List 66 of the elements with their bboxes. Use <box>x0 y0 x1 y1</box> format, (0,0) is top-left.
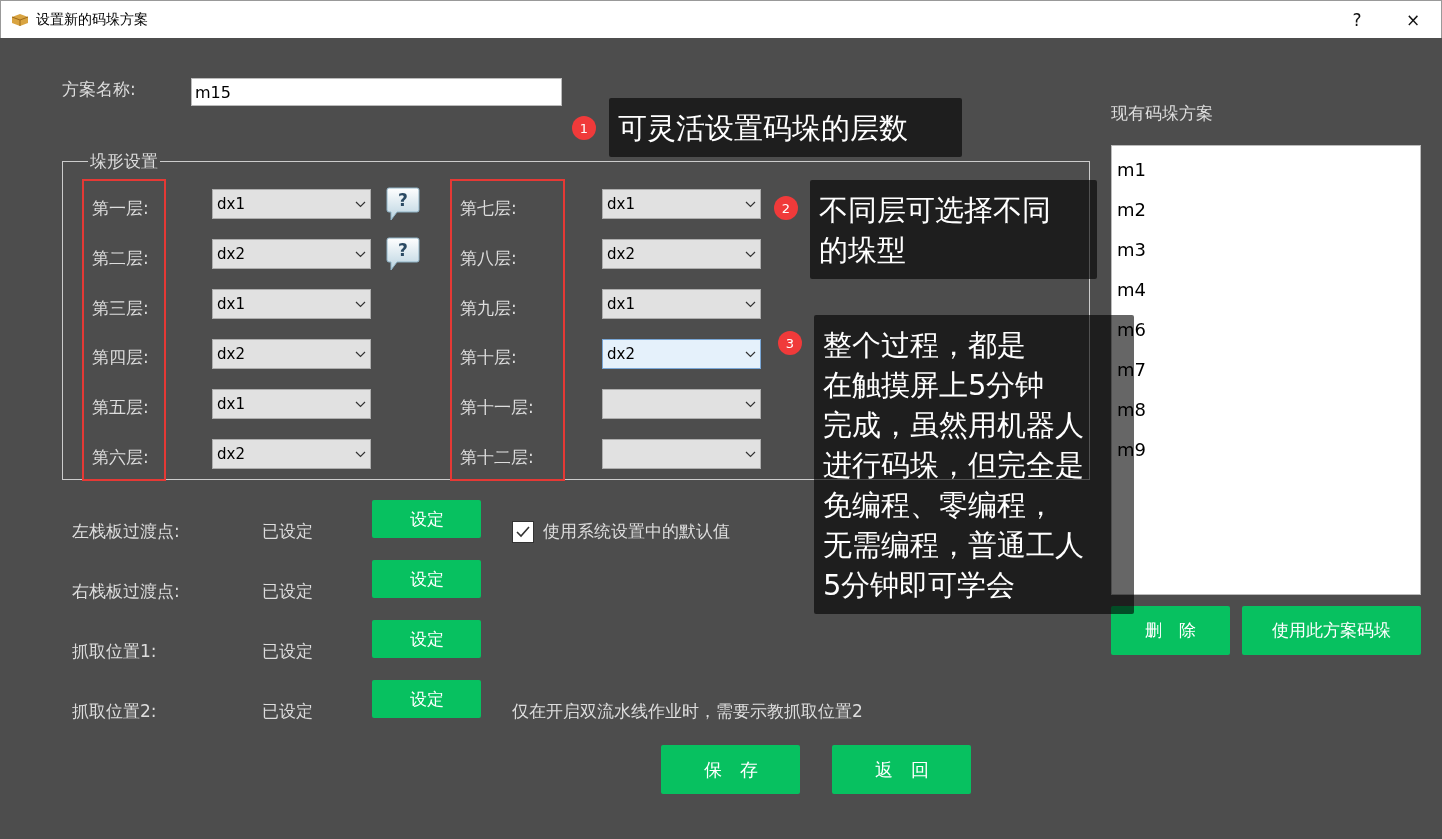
layer-dropdown[interactable]: dx1 <box>212 289 371 319</box>
layer-dropdown[interactable]: dx2 <box>212 439 371 469</box>
layer-label: 第一层: <box>92 197 149 221</box>
group-title: 垛形设置 <box>89 150 159 173</box>
point-label: 抓取位置2: <box>72 700 158 723</box>
caret-icon <box>745 400 756 408</box>
number-badge: 1 <box>572 116 596 140</box>
layer-label: 第十一层: <box>460 396 534 419</box>
list-item[interactable]: m4 <box>1117 278 1146 300</box>
checkbox[interactable] <box>512 520 534 543</box>
hint-text: 仅在开启双流水线作业时，需要示教抓取位置2 <box>512 700 863 723</box>
scheme-name-field[interactable]: m15 <box>191 78 562 106</box>
layer-dropdown[interactable]: dx1 <box>602 189 761 219</box>
layer-label: 第九层: <box>460 296 517 320</box>
caret-icon <box>355 250 366 258</box>
layer-dropdown[interactable]: dx1 <box>602 289 761 319</box>
status-text: 已设定 <box>262 640 314 663</box>
help-bubble-icon[interactable]: ? <box>386 187 420 221</box>
layer-label: 第四层: <box>92 346 149 370</box>
caret-icon <box>355 200 366 208</box>
layer-label: 第六层: <box>92 445 149 469</box>
caret-icon <box>745 250 756 258</box>
caret-icon <box>355 300 366 308</box>
layer-label: 第三层: <box>92 296 149 320</box>
callout-note: 可灵活设置码垛的层数 <box>609 98 962 157</box>
point-label: 右栈板过渡点: <box>72 580 181 603</box>
layer-dropdown[interactable]: dx1 <box>212 389 371 419</box>
layer-dropdown[interactable]: dx2 <box>602 339 761 369</box>
layer-dropdown[interactable] <box>602 389 761 419</box>
number-badge: 2 <box>774 196 798 220</box>
number-badge: 3 <box>778 331 802 355</box>
layer-dropdown[interactable]: dx2 <box>212 339 371 369</box>
layer-label: 第八层: <box>460 247 517 270</box>
caret-icon <box>745 300 756 308</box>
list-item[interactable]: m1 <box>1117 158 1146 180</box>
point-label: 左栈板过渡点: <box>72 520 181 543</box>
status-text: 已设定 <box>262 700 314 723</box>
layer-label: 第十层: <box>460 346 517 370</box>
box-icon <box>11 12 29 27</box>
field-label: 方案名称: <box>62 78 137 101</box>
layer-label: 第五层: <box>92 396 149 419</box>
caret-icon <box>745 450 756 458</box>
caret-icon <box>355 450 366 458</box>
layer-label: 第十二层: <box>460 445 534 469</box>
layer-label: 第七层: <box>460 197 517 221</box>
status-text: 已设定 <box>262 580 314 603</box>
layer-dropdown[interactable]: dx1 <box>212 189 371 219</box>
layer-dropdown[interactable]: dx2 <box>212 239 371 269</box>
help-bubble-icon[interactable]: ? <box>386 237 420 271</box>
caret-icon <box>355 350 366 358</box>
point-label: 抓取位置1: <box>72 640 158 663</box>
layer-dropdown[interactable]: dx2 <box>602 239 761 269</box>
checkbox-label: 使用系统设置中的默认值 <box>543 520 730 543</box>
window-title: 设置新的码垛方案 <box>36 10 149 29</box>
layer-label: 第二层: <box>92 247 149 270</box>
caret-icon <box>355 400 366 408</box>
status-text: 已设定 <box>262 520 314 543</box>
layer-dropdown[interactable] <box>602 439 761 469</box>
caret-icon <box>745 350 756 358</box>
close-button[interactable]: × <box>1385 1 1441 38</box>
callout-note: 不同层可选择不同 的垛型 <box>810 180 1097 279</box>
list-item[interactable]: m2 <box>1117 198 1146 220</box>
caret-icon <box>745 200 756 208</box>
list-item[interactable]: m3 <box>1117 238 1146 260</box>
help-button[interactable]: ? <box>1329 1 1385 38</box>
list-title: 现有码垛方案 <box>1111 102 1213 125</box>
